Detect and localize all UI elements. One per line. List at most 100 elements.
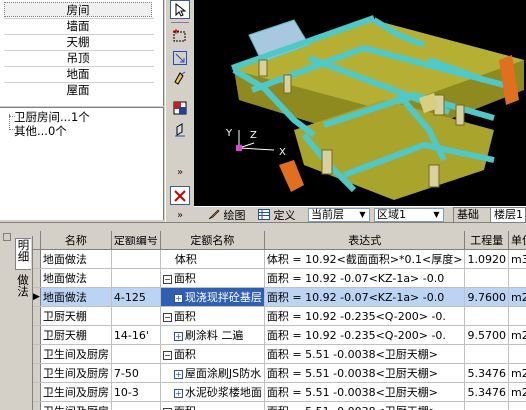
cell-unit[interactable]: m2 bbox=[508, 325, 526, 345]
cell-quota-name[interactable]: 体积 bbox=[160, 249, 265, 269]
cell-code[interactable]: 10-3 bbox=[111, 382, 161, 402]
cell-unit[interactable]: m2 bbox=[508, 287, 526, 307]
dimension-button[interactable] bbox=[170, 120, 190, 139]
category-item-ceiling[interactable]: 天棚 bbox=[4, 35, 152, 50]
category-item-wall-face[interactable]: 墙面 bbox=[4, 19, 152, 34]
zoom-window-button[interactable] bbox=[170, 48, 190, 67]
cell-unit[interactable]: m2 bbox=[508, 363, 526, 383]
cell-code[interactable] bbox=[111, 249, 161, 269]
define-button[interactable]: 定义 bbox=[258, 208, 296, 223]
summary-item-other[interactable]: 其他...0个 bbox=[14, 123, 67, 139]
category-item-room[interactable]: 房间 bbox=[4, 2, 152, 17]
tab-floor-1[interactable]: 楼层1 bbox=[490, 207, 526, 223]
cell-name[interactable]: 卫生间及厨房 bbox=[40, 363, 112, 383]
table-row[interactable]: 卫厨天棚 − 面积 面积 = 10.92 -0.235<Q-200> -0. bbox=[33, 306, 526, 326]
cell-code[interactable] bbox=[111, 344, 161, 364]
table-row[interactable]: 卫生间及厨房 10-3 + 水泥砂浆楼地面 面积 = 5.51 -0.0038<卫厨天棚… bbox=[33, 382, 526, 402]
cell-code[interactable]: 4-125 bbox=[111, 287, 161, 307]
cell-quantity[interactable] bbox=[464, 401, 509, 410]
table-row[interactable]: 地面做法 − 面积 面积 = 10.92 -0.07<KZ-1a> -0.0 bbox=[33, 268, 526, 288]
cell-code[interactable] bbox=[111, 268, 161, 288]
column-header-quantity[interactable]: 工程量 bbox=[464, 231, 509, 250]
drawing-button[interactable]: 绘图 bbox=[208, 208, 246, 223]
tab-method[interactable]: 做法 bbox=[15, 274, 31, 306]
expand-more-button[interactable]: » bbox=[170, 163, 190, 182]
expand-plus-icon[interactable]: + bbox=[173, 388, 183, 398]
cell-unit[interactable]: m2 bbox=[508, 382, 526, 402]
cell-quota-name[interactable]: −面积 bbox=[160, 268, 265, 288]
cell-expression[interactable]: 体积 = 10.92<截面面积>*0.1<厚度> bbox=[264, 249, 466, 269]
row-indicator[interactable] bbox=[33, 401, 41, 410]
expand-plus-icon[interactable]: + bbox=[173, 293, 183, 303]
cell-quantity[interactable]: 5.3476 bbox=[464, 382, 509, 402]
floor-select[interactable]: 当前层 ▼ bbox=[308, 208, 370, 222]
splitter[interactable] bbox=[0, 222, 526, 231]
select-cursor-button[interactable] bbox=[170, 0, 190, 19]
cell-code[interactable]: 14-16' bbox=[111, 325, 161, 345]
cell-expression[interactable]: 面积 = 10.92 -0.07<KZ-1a> -0.0 bbox=[264, 268, 466, 288]
cell-quota-name[interactable]: + 水泥砂浆楼地面 bbox=[160, 382, 265, 402]
tab-foundation[interactable]: 基础 bbox=[453, 207, 491, 223]
row-indicator[interactable] bbox=[33, 306, 41, 326]
column-header-expression[interactable]: 表达式 bbox=[264, 231, 466, 250]
cell-unit[interactable]: m3 bbox=[508, 249, 526, 269]
cell-quota-name[interactable]: −面积 bbox=[160, 306, 265, 326]
row-indicator[interactable] bbox=[33, 363, 41, 383]
cell-quantity[interactable]: 1.0920 bbox=[464, 249, 509, 269]
cell-quota-name[interactable]: + 现浇现拌砼基层 bbox=[160, 287, 265, 307]
cell-name[interactable]: 卫厨天棚 bbox=[40, 306, 112, 326]
table-row[interactable]: 卫生间及厨房 −面积面积 = 5.51 -0.0038<卫厨天棚> bbox=[33, 401, 526, 410]
cell-name[interactable]: 卫生间及厨房 bbox=[40, 382, 112, 402]
table-row[interactable]: 卫生间及厨房 7-50 + 屋面涂刷JS防水 面积 = 5.51 -0.0038<卫厨天… bbox=[33, 363, 526, 383]
cell-unit[interactable] bbox=[508, 268, 526, 288]
column-header-quota-name[interactable]: 定额名称 bbox=[160, 231, 265, 250]
cell-unit[interactable] bbox=[508, 306, 526, 326]
category-item-roof[interactable]: 屋面 bbox=[4, 83, 152, 98]
collapse-minus-icon[interactable]: − bbox=[162, 312, 172, 322]
category-item-suspended-ceiling[interactable]: 吊顶 bbox=[4, 51, 152, 66]
rotate-view-button[interactable] bbox=[170, 68, 190, 87]
cell-expression[interactable]: 面积 = 5.51 -0.0038<卫厨天棚> bbox=[264, 363, 466, 383]
cell-name[interactable]: 卫厨天棚 bbox=[40, 325, 112, 345]
cell-expression[interactable]: 面积 = 10.92 -0.235<Q-200> -0. bbox=[264, 325, 466, 345]
cell-quantity[interactable]: 9.7600 bbox=[464, 287, 509, 307]
column-header-code[interactable]: 定额编号 bbox=[111, 231, 161, 250]
collapse-minus-icon[interactable]: − bbox=[162, 350, 172, 360]
cell-name[interactable]: 地面做法 bbox=[40, 249, 112, 269]
cell-code[interactable] bbox=[111, 401, 161, 410]
row-indicator[interactable] bbox=[33, 268, 41, 288]
row-indicator[interactable] bbox=[33, 382, 41, 402]
cell-quota-name[interactable]: −面积 bbox=[160, 401, 265, 410]
table-row[interactable]: 卫厨天棚 14-16' + 刷涂料 二遍 面积 = 10.92 -0.235<Q-200… bbox=[33, 325, 526, 345]
3d-model-view[interactable]: Y Z X bbox=[194, 0, 526, 206]
cell-expression[interactable]: 面积 = 10.92 -0.07<KZ-1a> -0.0 bbox=[264, 287, 466, 307]
cell-name[interactable]: 地面做法 bbox=[40, 287, 112, 307]
close-view-button[interactable] bbox=[170, 186, 190, 205]
cell-unit[interactable] bbox=[508, 344, 526, 364]
cell-quantity[interactable] bbox=[464, 268, 509, 288]
cell-expression[interactable]: 面积 = 5.51 -0.0038<卫厨天棚> bbox=[264, 344, 466, 364]
tab-detail[interactable]: 明细 bbox=[15, 238, 31, 270]
cell-unit[interactable] bbox=[508, 401, 526, 410]
cell-quantity[interactable] bbox=[464, 344, 509, 364]
cell-code[interactable] bbox=[111, 306, 161, 326]
cell-expression[interactable]: 面积 = 5.51 -0.0038<卫厨天棚> bbox=[264, 382, 466, 402]
cell-expression[interactable]: 面积 = 10.92 -0.235<Q-200> -0. bbox=[264, 306, 466, 326]
row-indicator[interactable] bbox=[33, 249, 41, 269]
cell-name[interactable]: 卫生间及厨房 bbox=[40, 401, 112, 410]
cell-quota-name[interactable]: + 屋面涂刷JS防水 bbox=[160, 363, 265, 383]
cell-quantity[interactable] bbox=[464, 306, 509, 326]
row-indicator[interactable] bbox=[33, 325, 41, 345]
cell-name[interactable]: 地面做法 bbox=[40, 268, 112, 288]
display-toggle-button[interactable] bbox=[170, 98, 190, 117]
expand-plus-icon[interactable]: + bbox=[173, 369, 183, 379]
column-header-unit[interactable]: 单位 bbox=[508, 231, 526, 250]
table-row[interactable]: ▶ 地面做法 4-125 + 现浇现拌砼基层 面积 = 10.92 -0.07<KZ-1a… bbox=[33, 287, 526, 307]
row-indicator[interactable]: ▶ bbox=[33, 287, 41, 307]
row-indicator[interactable] bbox=[33, 344, 41, 364]
cell-code[interactable]: 7-50 bbox=[111, 363, 161, 383]
cell-quantity[interactable]: 9.5700 bbox=[464, 325, 509, 345]
select-box-button[interactable] bbox=[170, 26, 190, 45]
cell-quota-name[interactable]: + 刷涂料 二遍 bbox=[160, 325, 265, 345]
column-header-name[interactable]: 名称 bbox=[40, 231, 112, 250]
